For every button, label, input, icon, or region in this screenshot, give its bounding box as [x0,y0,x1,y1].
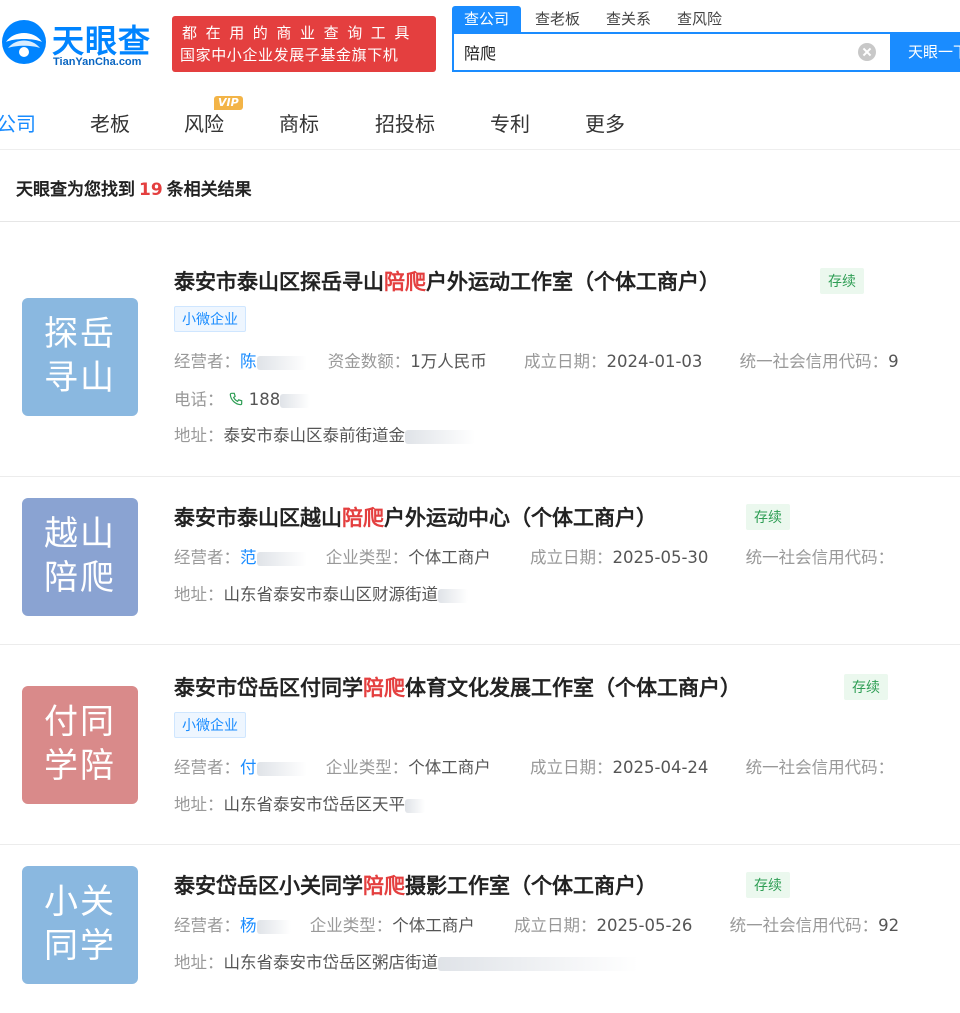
tile-line: 越山 [44,514,116,554]
company-name-link[interactable]: 泰安市泰山区探岳寻山陪爬户外运动工作室（个体工商户） [174,266,720,296]
tile-line: 探岳 [44,314,116,354]
company-card[interactable]: 越山 陪爬 泰安市泰山区越山陪爬户外运动中心（个体工商户） 存续 经营者：范 企… [0,478,960,644]
nav-tab-bidding[interactable]: 招投标 [375,108,435,137]
promo-banner[interactable]: 都在用的商业查询工具 国家中小企业发展子基金旗下机 [172,16,436,72]
card-divider [0,476,960,477]
operator-link[interactable]: 杨 [240,916,257,935]
operator-link[interactable]: 范 [240,548,257,567]
search-tab-boss[interactable]: 查老板 [523,6,592,32]
company-logo-tile[interactable]: 探岳 寻山 [22,298,138,416]
status-badge: 存续 [746,504,790,530]
company-card[interactable]: 探岳 寻山 泰安市泰山区探岳寻山陪爬户外运动工作室（个体工商户） 存续 小微企业… [0,240,960,476]
company-tag: 小微企业 [174,306,246,332]
company-name-link[interactable]: 泰安岱岳区小关同学陪爬摄影工作室（个体工商户） [174,870,657,900]
search-type-tabs: 查公司 查老板 查关系 查风险 [452,6,736,32]
banner-line-2: 国家中小企业发展子基金旗下机 [180,46,399,64]
header: 天眼查 TianYanCha.com 都在用的商业查询工具 国家中小企业发展子基… [0,0,960,96]
result-summary-text: 天眼查为您找到 19 条相关结果 [16,175,252,200]
company-card[interactable]: 付同 学陪 泰安市岱岳区付同学陪爬体育文化发展工作室（个体工商户） 存续 小微企… [0,646,960,844]
status-badge: 存续 [844,674,888,700]
status-badge: 存续 [746,872,790,898]
tile-line: 寻山 [44,358,116,398]
company-address-row: 地址：山东省泰安市岱岳区粥店街道 [174,949,638,973]
nav-tab-patent[interactable]: 专利 [490,108,530,137]
operator-link[interactable]: 陈 [240,352,257,371]
tile-line: 付同 [44,702,116,742]
result-prefix: 天眼查为您找到 [16,180,135,200]
nav-tab-risk[interactable]: 风险 [184,108,224,137]
result-suffix: 条相关结果 [166,180,252,200]
banner-line-1: 都在用的商业查询工具 [182,24,419,42]
nav-tab-company[interactable]: 公司 [0,108,36,137]
search-tab-risk[interactable]: 查风险 [665,6,734,32]
company-tag: 小微企业 [174,712,246,738]
company-card[interactable]: 小关 同学 泰安岱岳区小关同学陪爬摄影工作室（个体工商户） 存续 经营者：杨 企… [0,846,960,1013]
status-badge: 存续 [820,268,864,294]
search-tab-company[interactable]: 查公司 [452,6,522,32]
clear-icon[interactable] [858,43,876,61]
logo-subtext: TianYanCha.com [53,56,142,68]
vip-badge: VIP [214,96,243,110]
result-count: 19 [139,180,163,200]
company-info-row: 经营者：付 企业类型：个体工商户 成立日期：2025-04-24 统一社会信用代… [174,758,895,777]
nav-tab-trademark[interactable]: 商标 [279,108,319,137]
nav-tab-boss[interactable]: 老板 [90,108,130,137]
company-name-link[interactable]: 泰安市岱岳区付同学陪爬体育文化发展工作室（个体工商户） [174,672,741,702]
result-category-nav: 公司 老板 风险 VIP 商标 招投标 专利 更多 [0,96,960,150]
nav-tab-more[interactable]: 更多 [585,108,625,137]
company-address-row: 地址：山东省泰安市岱岳区天平 [174,791,425,815]
search-box [452,32,892,72]
phone-number[interactable]: 188 [249,390,281,409]
company-logo-tile[interactable]: 付同 学陪 [22,686,138,804]
tile-line: 同学 [44,926,116,966]
result-summary: 天眼查为您找到 19 条相关结果 [0,150,960,222]
company-info-row: 经营者：杨 企业类型：个体工商户 成立日期：2025-05-26 统一社会信用代… [174,916,900,935]
company-name-link[interactable]: 泰安市泰山区越山陪爬户外运动中心（个体工商户） [174,502,657,532]
company-contact-row: 电话： 188 [174,386,311,410]
tile-line: 陪爬 [44,558,116,598]
company-address-row: 地址：山东省泰安市泰山区财源街道 [174,581,468,605]
card-divider [0,644,960,645]
company-logo-tile[interactable]: 小关 同学 [22,866,138,984]
search-button[interactable]: 天眼一下 [892,32,960,72]
operator-link[interactable]: 付 [240,758,257,777]
card-divider [0,844,960,845]
company-info-row: 经营者：范 企业类型：个体工商户 成立日期：2025-05-30 统一社会信用代… [174,548,895,567]
tile-line: 小关 [44,882,116,922]
company-address-row: 地址：泰安市泰山区泰前街道金 [174,422,475,446]
tianyancha-logo[interactable]: 天眼查 TianYanCha.com [0,14,165,74]
company-info-row: 经营者：陈 资金数额：1万人民币 成立日期：2024-01-03 统一社会信用代… [174,352,899,371]
search-tab-relation[interactable]: 查关系 [594,6,663,32]
company-logo-tile[interactable]: 越山 陪爬 [22,498,138,616]
tile-line: 学陪 [44,746,116,786]
phone-icon [229,392,243,406]
logo-eye-icon [2,20,46,64]
search-input[interactable] [464,34,844,70]
